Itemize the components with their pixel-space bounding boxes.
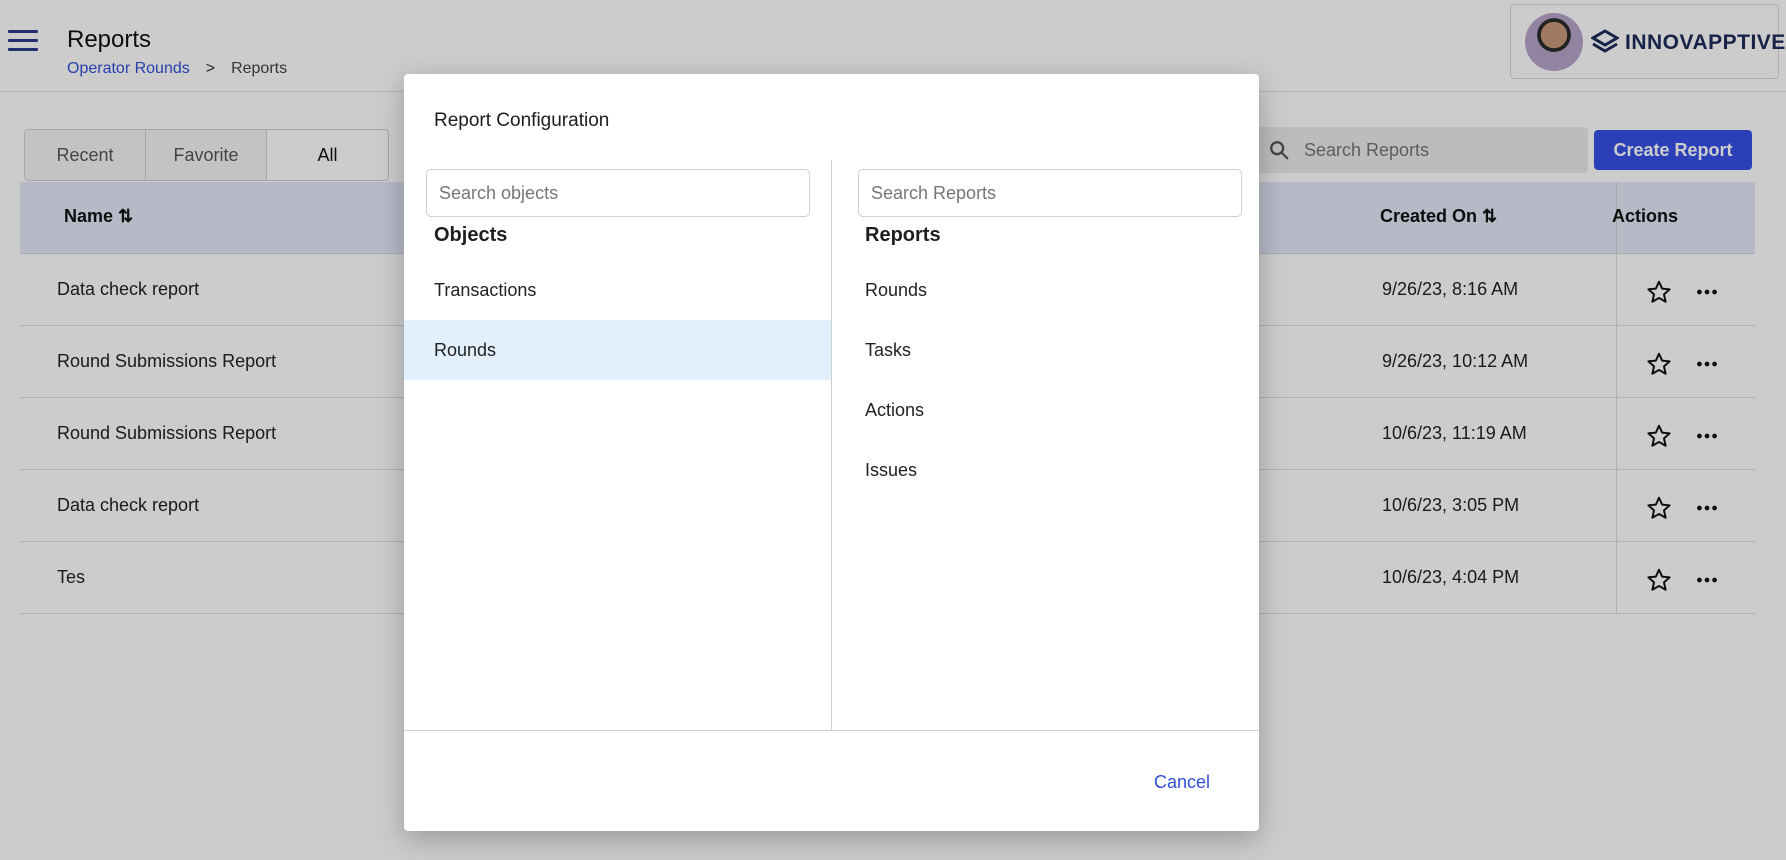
search-reports-dialog-input[interactable] [858, 169, 1242, 217]
reports-list: Rounds Tasks Actions Issues [832, 260, 1259, 500]
report-item-issues[interactable]: Issues [832, 440, 1259, 500]
object-item-transactions[interactable]: Transactions [404, 260, 831, 320]
report-item-tasks[interactable]: Tasks [832, 320, 1259, 380]
report-item-rounds[interactable]: Rounds [832, 260, 1259, 320]
search-objects-input[interactable] [426, 169, 810, 217]
object-item-rounds[interactable]: Rounds [404, 320, 831, 380]
cancel-button[interactable]: Cancel [1154, 772, 1210, 793]
objects-list: Transactions Rounds [404, 260, 831, 380]
reports-pane: Reports Rounds Tasks Actions Issues [832, 160, 1259, 730]
dialog-footer-divider [404, 730, 1259, 731]
report-configuration-dialog: Report Configuration Objects Transaction… [404, 74, 1259, 831]
reports-heading: Reports [865, 224, 941, 246]
dialog-title: Report Configuration [434, 110, 610, 131]
report-item-actions[interactable]: Actions [832, 380, 1259, 440]
objects-heading: Objects [434, 224, 508, 246]
objects-pane: Objects Transactions Rounds [404, 160, 831, 730]
